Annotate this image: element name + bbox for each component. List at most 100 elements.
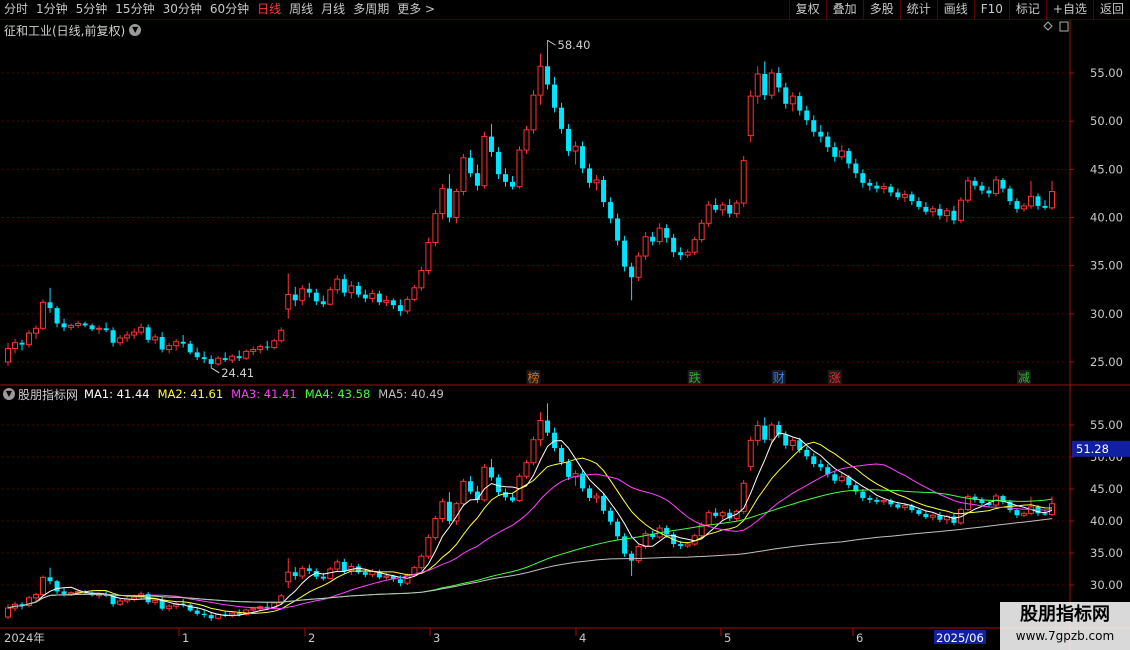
ind-candle — [559, 448, 565, 463]
tool-button[interactable]: 复权 — [788, 0, 826, 20]
period-button[interactable]: 日线 — [253, 0, 285, 20]
ind-candle — [678, 544, 684, 546]
kline-chart[interactable]: 25.00 30.00 35.00 40.00 45.00 50.00 55.00 30.00… — [0, 20, 1130, 650]
chevron-down-icon[interactable]: ▼ — [3, 388, 15, 400]
candle — [208, 359, 214, 364]
ind-candle — [166, 605, 173, 610]
indicator-name[interactable]: 股朋指标网 — [18, 386, 78, 403]
period-button[interactable]: 分时 — [0, 0, 32, 20]
ind-candle — [152, 599, 159, 603]
candle — [937, 208, 943, 216]
period-button[interactable]: 更多 > — [393, 0, 439, 20]
period-button[interactable]: 月线 — [317, 0, 349, 20]
ind-candle — [292, 572, 298, 577]
candle — [811, 120, 817, 132]
candle — [124, 334, 131, 339]
candle — [68, 324, 75, 328]
min-price-label: 24.41 — [221, 366, 254, 380]
candle — [187, 343, 193, 353]
candle — [601, 179, 607, 203]
candle — [306, 288, 312, 293]
candle — [979, 185, 985, 191]
candle — [96, 327, 103, 330]
candle — [964, 180, 971, 201]
candle — [103, 328, 109, 331]
ind-candle — [1049, 503, 1055, 516]
candle — [635, 255, 642, 278]
period-button[interactable]: 多周期 — [349, 0, 393, 20]
candle — [691, 239, 698, 253]
candle — [418, 269, 425, 289]
candle — [671, 237, 677, 253]
ind-candle — [383, 575, 390, 578]
tool-button[interactable]: 多股 — [862, 0, 900, 20]
ind-candle — [334, 561, 341, 570]
period-button[interactable]: 15分钟 — [111, 0, 158, 20]
candle — [972, 180, 978, 186]
ma-legend-item: MA3: 41.41 — [231, 387, 297, 401]
ind-candle — [285, 571, 292, 583]
candle — [446, 188, 452, 218]
candle — [874, 185, 880, 189]
candle — [89, 325, 95, 330]
candle — [992, 179, 999, 194]
ind-candle — [369, 571, 376, 576]
tool-button[interactable]: 画线 — [936, 0, 974, 20]
candle — [327, 289, 334, 305]
ind-candle — [867, 497, 873, 500]
tool-button[interactable]: 叠加 — [825, 0, 863, 20]
ind-candle — [545, 420, 551, 433]
x-tick-label: 6 — [856, 631, 863, 645]
chevron-down-icon[interactable]: ▼ — [129, 24, 142, 36]
ind-candle — [762, 425, 768, 440]
ind-candle — [1020, 512, 1027, 516]
ind-candle — [783, 434, 789, 446]
candle — [40, 301, 47, 329]
candle — [229, 355, 236, 361]
candle — [740, 160, 747, 204]
period-button[interactable]: 5分钟 — [72, 0, 112, 20]
period-button[interactable]: 1分钟 — [32, 0, 72, 20]
period-button[interactable]: 30分钟 — [159, 0, 206, 20]
period-button[interactable]: 周线 — [285, 0, 317, 20]
max-price-label: 58.40 — [558, 38, 591, 52]
candle — [754, 73, 761, 97]
ind-candle — [705, 512, 712, 526]
ind-candle — [566, 462, 572, 477]
candle — [131, 331, 138, 336]
ind-candle — [754, 425, 761, 441]
candle — [453, 190, 460, 219]
candle — [264, 346, 270, 348]
candle — [397, 305, 403, 311]
tool-button[interactable]: F10 — [973, 0, 1009, 20]
event-marker: 涨 — [829, 370, 841, 385]
ind-candle — [446, 501, 452, 521]
ind-candle — [439, 501, 446, 519]
candle — [61, 323, 67, 328]
ind-candle — [509, 497, 515, 501]
layout-icon — [1059, 21, 1069, 32]
candle — [369, 293, 376, 299]
candle — [201, 357, 207, 360]
candle — [951, 210, 957, 221]
ma-line — [7, 432, 1053, 617]
candle — [138, 326, 145, 333]
candle — [12, 342, 19, 350]
candle — [355, 285, 361, 295]
candle — [615, 218, 621, 241]
tool-button[interactable]: 返回 — [1092, 0, 1130, 20]
ind-candle — [629, 553, 635, 561]
candle — [145, 327, 151, 340]
period-button[interactable]: 60分钟 — [206, 0, 253, 20]
candle — [846, 151, 852, 164]
ind-candle — [860, 491, 866, 498]
tool-button[interactable]: 统计 — [899, 0, 937, 20]
candle — [832, 147, 838, 157]
candle — [523, 129, 530, 151]
tool-button[interactable]: +自选 — [1045, 0, 1093, 20]
x-tick-label: 5 — [724, 631, 731, 645]
candle — [1007, 188, 1013, 202]
tool-button[interactable]: 标记 — [1008, 0, 1046, 20]
candle — [1000, 179, 1006, 189]
candle — [747, 95, 754, 137]
